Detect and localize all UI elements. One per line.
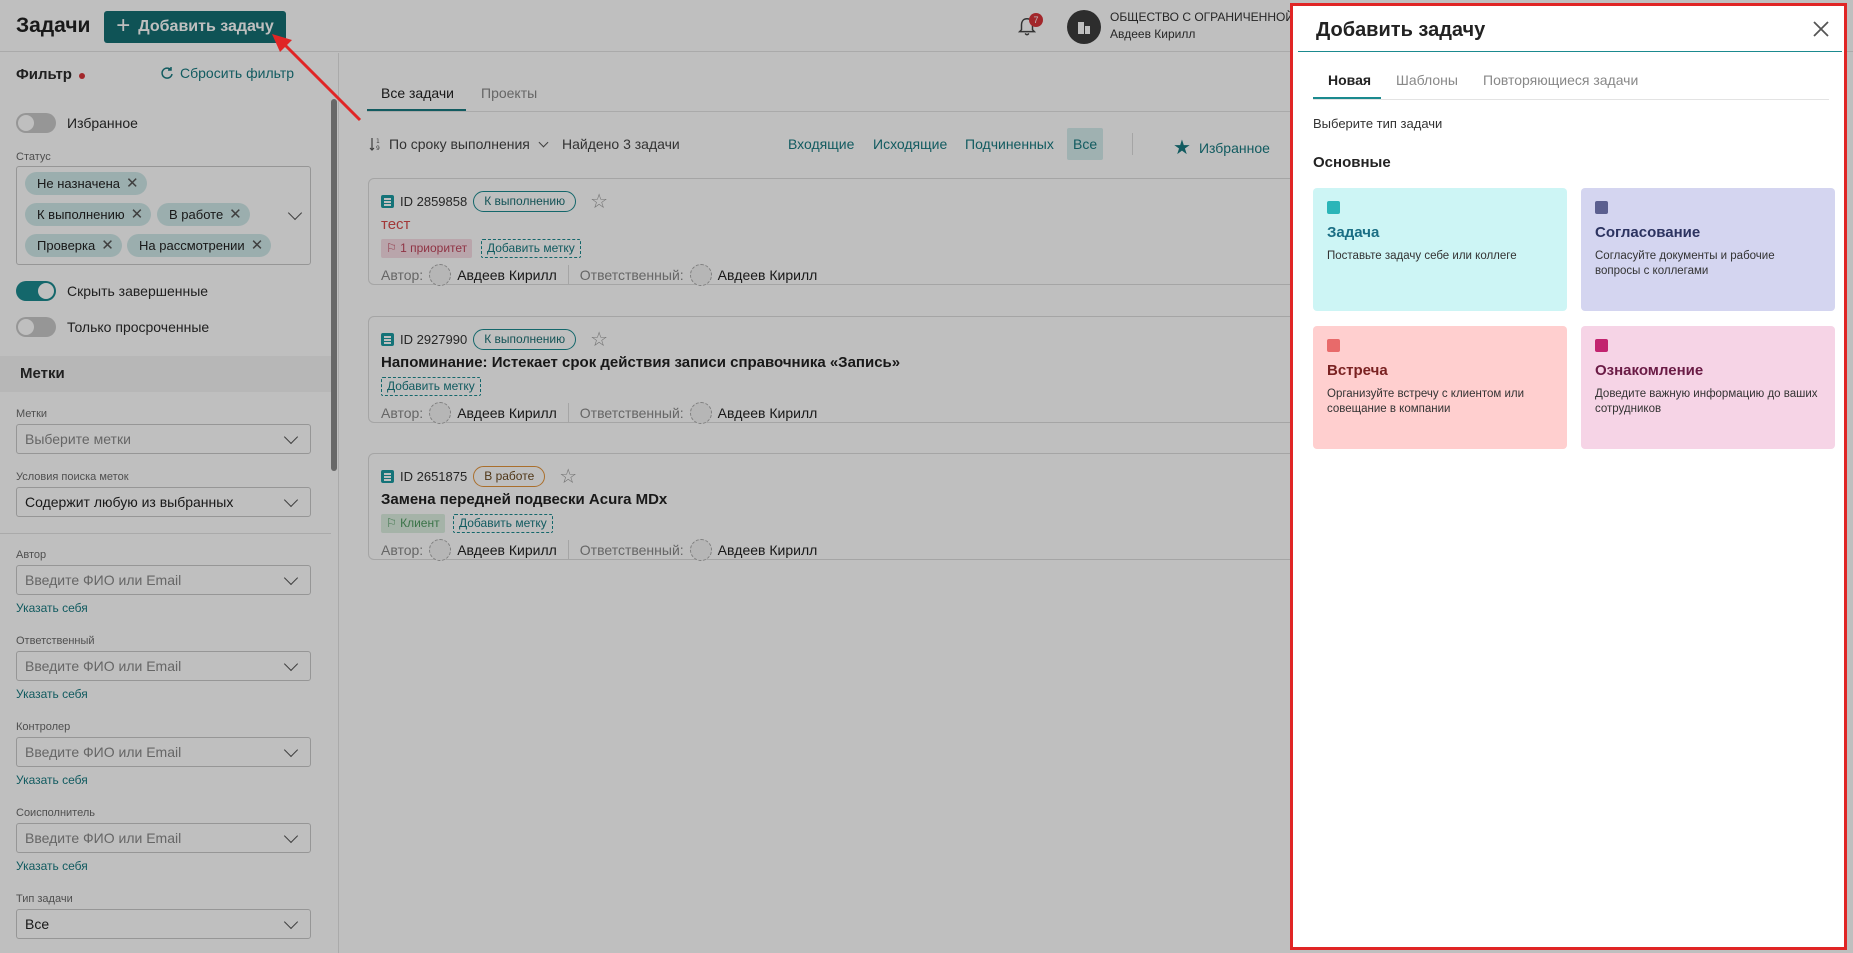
list-icon [1327, 201, 1340, 214]
panel-title: Добавить задачу [1316, 19, 1486, 41]
panel-subtitle: Выберите тип задачи [1313, 116, 1443, 131]
approve-icon [1595, 201, 1608, 214]
tabs-divider [1313, 99, 1829, 100]
clock-icon [1327, 339, 1340, 352]
add-task-panel: Добавить задачу Новая Шаблоны Повторяющи… [1290, 3, 1847, 950]
close-icon[interactable] [1808, 16, 1834, 42]
active-tab-indicator [1313, 97, 1381, 99]
panel-section-title: Основные [1313, 154, 1391, 171]
type-card-acquaintance[interactable]: Ознакомление Доведите важную информацию … [1581, 326, 1835, 449]
tab-recurring[interactable]: Повторяющиеся задачи [1483, 72, 1638, 88]
eye-icon [1595, 339, 1608, 352]
panel-header-divider [1298, 51, 1842, 52]
tab-new[interactable]: Новая [1328, 72, 1371, 88]
type-card-meeting[interactable]: Встреча Организуйте встречу с клиентом и… [1313, 326, 1567, 449]
tab-templates[interactable]: Шаблоны [1396, 72, 1458, 88]
type-card-task[interactable]: Задача Поставьте задачу себе или коллеге [1313, 188, 1567, 311]
type-card-approval[interactable]: Согласование Согласуйте документы и рабо… [1581, 188, 1835, 311]
